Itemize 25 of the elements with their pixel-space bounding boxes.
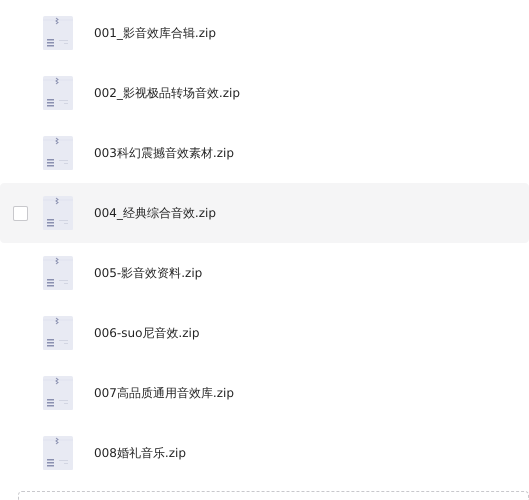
zip-file-icon <box>40 255 76 291</box>
file-row[interactable]: 002_影视极品转场音效.zip <box>0 63 529 123</box>
file-name[interactable]: 002_影视极品转场音效.zip <box>94 84 240 102</box>
file-name[interactable]: 008婚礼音乐.zip <box>94 444 186 462</box>
file-name[interactable]: 001_影音效库合辑.zip <box>94 24 216 42</box>
file-row[interactable]: 008婚礼音乐.zip <box>0 423 529 483</box>
zip-file-icon <box>40 435 76 471</box>
checkbox[interactable] <box>12 206 28 220</box>
file-row[interactable]: 003科幻震撼音效素材.zip <box>0 123 529 183</box>
zip-file-icon <box>40 195 76 231</box>
zip-file-icon <box>40 75 76 111</box>
file-row[interactable]: 001_影音效库合辑.zip <box>0 3 529 63</box>
file-name[interactable]: 006-suo尼音效.zip <box>94 324 200 342</box>
file-row[interactable]: 006-suo尼音效.zip <box>0 303 529 363</box>
file-name[interactable]: 004_经典综合音效.zip <box>94 204 216 222</box>
zip-file-icon <box>40 375 76 411</box>
file-name[interactable]: 005-影音效资料.zip <box>94 264 202 282</box>
zip-file-icon <box>40 315 76 351</box>
file-name[interactable]: 007高品质通用音效库.zip <box>94 384 234 402</box>
zip-file-icon <box>40 15 76 51</box>
file-name[interactable]: 003科幻震撼音效素材.zip <box>94 144 234 162</box>
file-row[interactable]: 005-影音效资料.zip <box>0 243 529 303</box>
file-row[interactable]: 004_经典综合音效.zip <box>0 183 529 243</box>
zip-file-icon <box>40 135 76 171</box>
file-row[interactable]: 007高品质通用音效库.zip <box>0 363 529 423</box>
